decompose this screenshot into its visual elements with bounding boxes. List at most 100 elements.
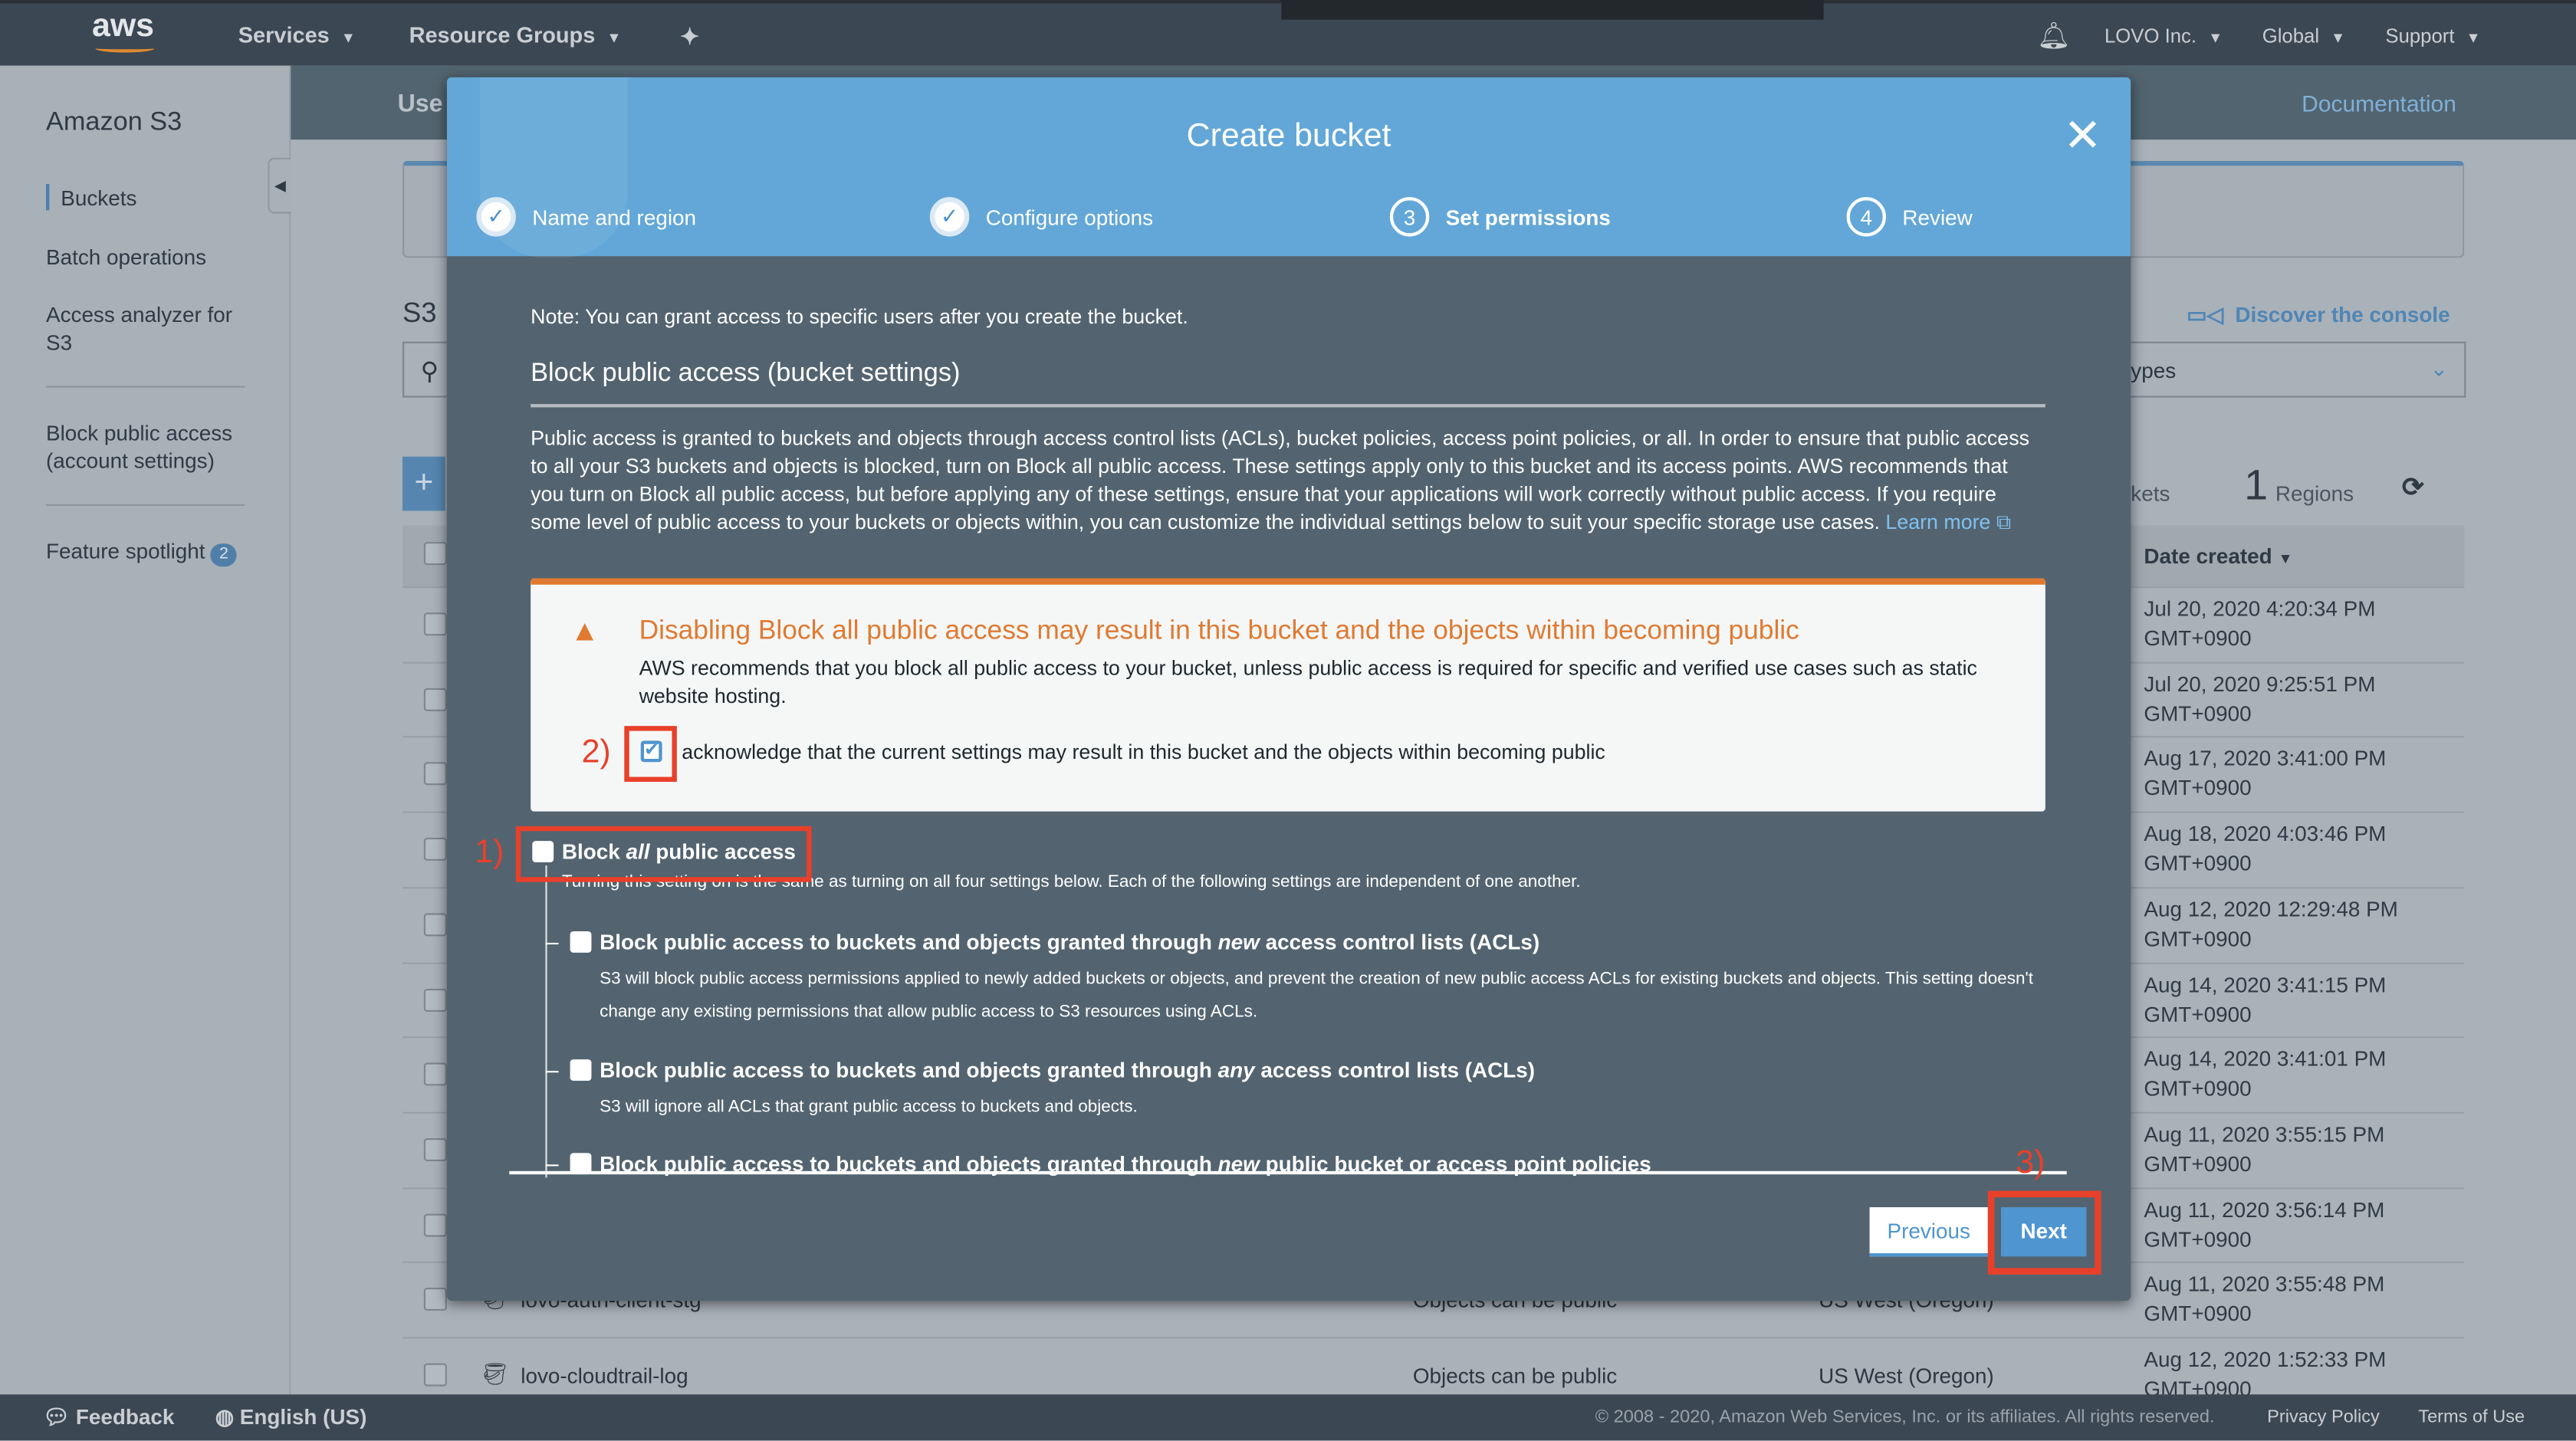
active-indicator xyxy=(46,184,50,211)
date-cell: Aug 12, 2020 12:29:48 PM GMT+0900 xyxy=(2144,894,2397,954)
note-text: Note: You can grant access to specific u… xyxy=(531,305,1188,329)
tree-line xyxy=(545,865,547,1178)
row-checkbox[interactable] xyxy=(423,763,447,786)
services-menu[interactable]: Services ▼ xyxy=(238,23,356,48)
support-label: Support xyxy=(2385,25,2455,48)
feature-spotlight-badge: 2 xyxy=(211,543,237,567)
timezone-value: GMT+0900 xyxy=(2144,851,2252,876)
bucket-name-link[interactable]: lovo-cloudtrail-log xyxy=(521,1364,688,1388)
sidebar-item-batch-operations[interactable]: Batch operations xyxy=(46,243,206,271)
documentation-link[interactable]: Documentation xyxy=(2302,90,2456,117)
row-checkbox[interactable] xyxy=(423,612,447,636)
refresh-icon[interactable]: ⟳ xyxy=(2402,471,2424,504)
account-menu[interactable]: LOVO Inc. ▼ xyxy=(2104,25,2223,48)
support-menu[interactable]: Support ▼ xyxy=(2385,25,2480,48)
timezone-value: GMT+0900 xyxy=(2144,701,2252,726)
annotation-label-3: 3) xyxy=(2016,1144,2045,1181)
warning-icon: ▲ xyxy=(570,614,600,648)
feedback-button[interactable]: 💬︎ Feedback xyxy=(43,1404,175,1430)
sidebar-title: Amazon S3 xyxy=(46,108,182,136)
language-label: English (US) xyxy=(239,1404,367,1430)
language-selector[interactable]: ◍ English (US) xyxy=(215,1404,367,1430)
learn-more-link[interactable]: Learn more ⧉ xyxy=(1885,510,2011,533)
close-icon[interactable]: ✕ xyxy=(2063,113,2101,159)
type-filter-select[interactable]: ypes ⌄ xyxy=(2131,341,2466,398)
video-icon: ▭◁ xyxy=(2187,302,2223,327)
row-checkbox[interactable] xyxy=(423,987,447,1011)
aws-smile-icon xyxy=(95,44,155,53)
date-value: Aug 11, 2020 3:55:48 PM xyxy=(2144,1272,2385,1297)
region-cell: US West (Oregon) xyxy=(1819,1363,1994,1388)
row-checkbox[interactable] xyxy=(423,838,447,862)
date-cell: Aug 11, 2020 3:55:15 PM GMT+0900 xyxy=(2144,1120,2384,1179)
create-bucket-button[interactable]: + xyxy=(402,456,445,511)
account-label: LOVO Inc. xyxy=(2104,25,2197,48)
date-value: Aug 11, 2020 3:55:15 PM xyxy=(2144,1121,2385,1147)
date-value: Jul 20, 2020 4:20:34 PM xyxy=(2144,596,2376,621)
date-value: Aug 11, 2020 3:56:14 PM xyxy=(2144,1196,2385,1222)
terms-of-use-link[interactable]: Terms of Use xyxy=(2418,1407,2525,1427)
sort-down-icon: ▼ xyxy=(2278,550,2293,567)
bell-icon[interactable]: 🔔︎ xyxy=(2037,20,2071,53)
search-icon[interactable]: ⚲ xyxy=(402,341,452,398)
acknowledge-label: acknowledge that the current settings ma… xyxy=(682,740,1605,764)
timezone-value: GMT+0900 xyxy=(2144,1226,2252,1251)
row-checkbox[interactable] xyxy=(423,1288,447,1311)
regions-label: Regions xyxy=(2275,481,2354,506)
tree-branch xyxy=(545,1071,559,1073)
previous-button[interactable]: Previous xyxy=(1869,1207,1988,1257)
collapse-sidebar-button[interactable]: ◀ xyxy=(268,157,291,214)
date-cell: Aug 11, 2020 3:55:48 PM GMT+0900 xyxy=(2144,1270,2384,1329)
sidebar-item-access-analyzer[interactable]: Access analyzer for S3 xyxy=(46,300,251,356)
chevron-down-icon: ▼ xyxy=(2466,29,2481,46)
row-checkbox[interactable] xyxy=(423,688,447,711)
header-partial: Use xyxy=(397,90,443,119)
row-checkbox[interactable] xyxy=(423,912,447,936)
region-menu[interactable]: Global ▼ xyxy=(2262,25,2345,48)
discover-label: Discover the console xyxy=(2235,302,2450,327)
row-divider xyxy=(402,1337,2465,1339)
block-option-description: S3 will ignore all ACLs that grant publi… xyxy=(600,1097,1138,1118)
step-1: ✓ Name and region xyxy=(476,197,696,237)
modal-header: Create bucket ✕ ✓ Name and region ✓ Configu… xyxy=(446,77,2131,258)
feedback-label: Feedback xyxy=(75,1404,175,1430)
warning-panel: ▲ Disabling Block all public access may … xyxy=(531,578,2045,812)
date-cell: Aug 14, 2020 3:41:01 PM GMT+0900 xyxy=(2144,1045,2386,1104)
privacy-policy-link[interactable]: Privacy Policy xyxy=(2267,1407,2380,1427)
aws-logo[interactable]: aws xyxy=(92,8,154,46)
date-value: Aug 17, 2020 3:41:00 PM xyxy=(2144,746,2387,771)
date-value: Jul 20, 2020 9:25:51 PM xyxy=(2144,671,2376,696)
create-bucket-modal: Create bucket ✕ ✓ Name and region ✓ Configu… xyxy=(446,77,2131,1301)
tree-branch xyxy=(545,943,559,945)
sidebar-item-block-public-access[interactable]: Block public access (account settings) xyxy=(46,419,251,474)
sidebar-item-buckets[interactable]: Buckets xyxy=(61,184,136,212)
services-label: Services xyxy=(238,23,330,48)
resource-groups-menu[interactable]: Resource Groups ▼ xyxy=(409,23,622,48)
select-all-checkbox[interactable] xyxy=(423,542,447,566)
block-option-checkbox[interactable] xyxy=(570,931,592,953)
access-cell: Objects can be public xyxy=(1412,1363,1618,1388)
block-option-checkbox[interactable] xyxy=(570,1059,592,1081)
timezone-value: GMT+0900 xyxy=(2144,1301,2252,1326)
row-checkbox[interactable] xyxy=(423,1062,447,1086)
learn-more-label: Learn more xyxy=(1885,510,1991,534)
tree-branch xyxy=(545,1164,559,1167)
step-4: 4 Review xyxy=(1846,197,1973,237)
date-value: Aug 14, 2020 3:41:01 PM xyxy=(2144,1046,2387,1072)
row-checkbox[interactable] xyxy=(423,1363,447,1387)
pin-icon[interactable]: ✦ xyxy=(680,23,699,51)
buckets-count-label: kets xyxy=(2131,481,2170,506)
date-created-column-header[interactable]: Date created ▼ xyxy=(2144,543,2292,568)
row-checkbox[interactable] xyxy=(423,1137,447,1161)
date-value: Aug 12, 2020 1:52:33 PM xyxy=(2144,1347,2387,1372)
timezone-value: GMT+0900 xyxy=(2144,1001,2252,1026)
timezone-value: GMT+0900 xyxy=(2144,776,2252,801)
resource-groups-label: Resource Groups xyxy=(409,23,596,48)
row-checkbox[interactable] xyxy=(423,1213,447,1236)
step-3: 3 Set permissions xyxy=(1389,197,1611,237)
sidebar-item-feature-spotlight[interactable]: Feature spotlight 2 xyxy=(46,537,237,567)
description: Public access is granted to buckets and … xyxy=(531,425,2045,537)
date-cell: Aug 11, 2020 3:56:14 PM GMT+0900 xyxy=(2144,1195,2384,1254)
regions-count: 1 xyxy=(2244,460,2269,510)
discover-console-link[interactable]: ▭◁ Discover the console xyxy=(2187,302,2450,328)
